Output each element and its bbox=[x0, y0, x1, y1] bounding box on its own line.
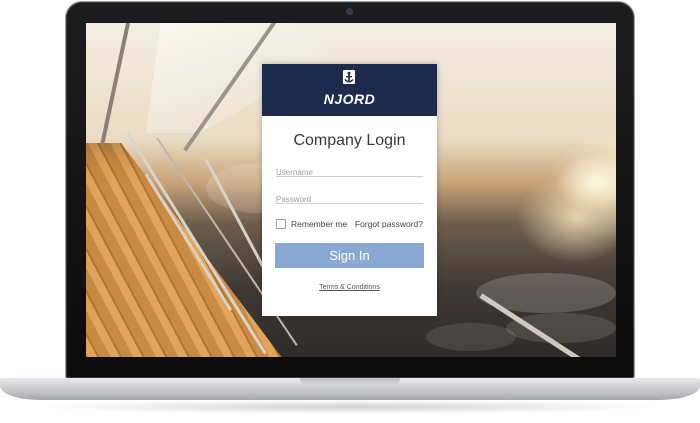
brand-name: NJORD bbox=[323, 91, 376, 107]
sea-glare bbox=[516, 173, 616, 263]
options-row: Remember me Forgot password? bbox=[276, 219, 423, 229]
anchor-icon bbox=[343, 70, 355, 84]
forgot-password-link[interactable]: Forgot password? bbox=[355, 219, 423, 229]
trackpad-notch bbox=[300, 378, 400, 386]
password-field[interactable] bbox=[276, 189, 423, 204]
wave bbox=[506, 313, 616, 343]
sign-in-button[interactable]: Sign In bbox=[275, 243, 424, 268]
remember-label: Remember me bbox=[291, 219, 348, 229]
login-panel: NJORD Company Login Remember me Forgot p… bbox=[262, 64, 437, 316]
base-shadow bbox=[30, 400, 670, 414]
remember-checkbox[interactable] bbox=[276, 219, 286, 229]
mast bbox=[96, 23, 130, 161]
brand-bar: NJORD bbox=[262, 64, 437, 116]
username-field[interactable] bbox=[276, 162, 423, 177]
login-title: Company Login bbox=[293, 132, 406, 149]
terms-link[interactable]: Terms & Conditions bbox=[262, 284, 437, 291]
username-input[interactable] bbox=[276, 168, 423, 177]
wave bbox=[426, 323, 516, 351]
remember-me[interactable]: Remember me bbox=[276, 219, 347, 229]
camera bbox=[347, 9, 352, 14]
password-input[interactable] bbox=[276, 195, 423, 204]
